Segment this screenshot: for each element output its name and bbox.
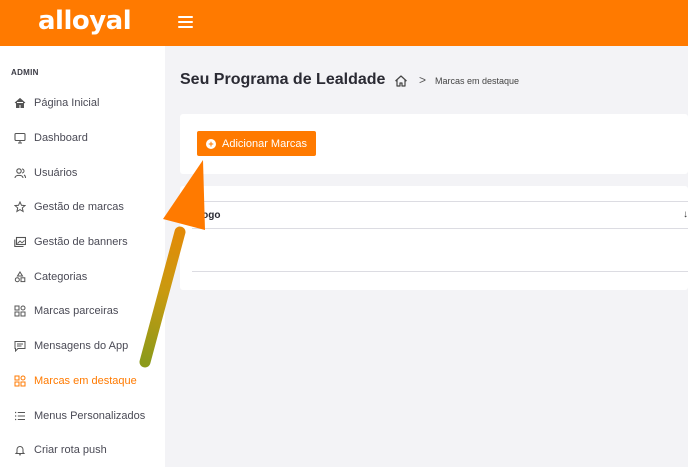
sidebar-item-mensagens-do-app[interactable]: Mensagens do App — [0, 329, 165, 364]
sidebar-item-usuarios[interactable]: Usuários — [0, 155, 165, 190]
sidebar-item-gestao-de-banners[interactable]: Gestão de banners — [0, 225, 165, 260]
home-icon — [14, 97, 26, 109]
sidebar-menu: Página Inicial Dashboard Usuários Gestão… — [0, 86, 165, 467]
sidebar-item-label: Menus Personalizados — [34, 409, 146, 422]
sidebar-item-label: Página Inicial — [34, 97, 100, 110]
star-icon — [14, 201, 26, 213]
breadcrumb-separator: > — [419, 73, 427, 87]
shapes-icon — [14, 270, 26, 283]
sidebar-item-categorias[interactable]: Categorias — [0, 259, 165, 294]
top-bar: alloyal — [0, 0, 688, 46]
list-icon — [14, 410, 26, 422]
table-card: Logo ↓ — [180, 186, 688, 290]
home-icon[interactable] — [394, 74, 408, 88]
sidebar-item-label: Usuários — [34, 166, 78, 179]
sidebar-item-label: Gestão de marcas — [34, 201, 124, 214]
hamburger-icon[interactable] — [178, 16, 193, 28]
sort-icon[interactable]: ↓ — [683, 209, 688, 220]
sidebar-item-label: Criar rota push — [34, 444, 107, 457]
main-content: Seu Programa de Lealdade > Marcas em des… — [165, 46, 688, 467]
images-icon — [14, 236, 26, 248]
add-brands-button-label: Adicionar Marcas — [222, 137, 307, 150]
sidebar-item-gestao-de-marcas[interactable]: Gestão de marcas — [0, 190, 165, 225]
sidebar: ADMIN Página Inicial Dashboard Usuários … — [0, 46, 165, 467]
column-header-logo[interactable]: Logo — [192, 210, 220, 221]
logo[interactable]: alloyal — [38, 6, 132, 36]
add-brands-button[interactable]: + Adicionar Marcas — [197, 131, 316, 156]
sidebar-item-label: Categorias — [34, 270, 88, 283]
bell-icon — [14, 444, 26, 456]
grid-icon — [14, 375, 26, 387]
page-title: Seu Programa de Lealdade — [180, 71, 386, 88]
sidebar-item-marcas-em-destaque[interactable]: Marcas em destaque — [0, 364, 165, 399]
sidebar-item-menus-personalizados[interactable]: Menus Personalizados — [0, 398, 165, 433]
breadcrumb-current: Marcas em destaque — [435, 76, 520, 86]
sidebar-section-label: ADMIN — [11, 68, 39, 77]
sidebar-item-label: Marcas parceiras — [34, 305, 119, 318]
table-row — [192, 229, 688, 272]
sidebar-item-label: Gestão de banners — [34, 236, 128, 249]
sidebar-item-label: Mensagens do App — [34, 340, 129, 353]
grid-icon — [14, 305, 26, 317]
monitor-icon — [14, 132, 26, 144]
users-icon — [14, 167, 26, 179]
action-card: + Adicionar Marcas — [180, 114, 688, 174]
plus-circle-icon: + — [206, 138, 216, 149]
sidebar-item-label: Marcas em destaque — [34, 374, 137, 387]
sidebar-item-marcas-parceiras[interactable]: Marcas parceiras — [0, 294, 165, 329]
table-header: Logo ↓ — [192, 201, 688, 229]
sidebar-item-label: Dashboard — [34, 132, 88, 145]
sidebar-item-dashboard[interactable]: Dashboard — [0, 121, 165, 156]
message-icon — [14, 340, 26, 353]
brands-table: Logo ↓ — [192, 201, 688, 272]
sidebar-item-pagina-inicial[interactable]: Página Inicial — [0, 86, 165, 121]
sidebar-item-criar-rota-push[interactable]: Criar rota push — [0, 433, 165, 467]
